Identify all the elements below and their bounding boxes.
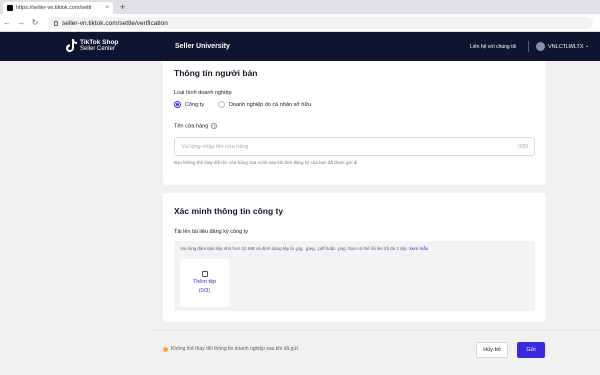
header-divider xyxy=(528,41,529,52)
chevron-down-icon[interactable]: ⌄ xyxy=(585,43,589,49)
submit-button[interactable]: Gửi xyxy=(517,342,545,358)
business-type-radio-group: Công ty Doanh nghiệp do cá nhân sở hữu xyxy=(174,101,311,108)
warning-text: Không thể thay đổi thông tin doanh nghiệ… xyxy=(171,346,300,352)
new-tab-icon[interactable]: + xyxy=(120,2,125,12)
shop-name-field[interactable]: 0/20 xyxy=(174,137,535,156)
radio-button-selected[interactable] xyxy=(174,101,181,108)
character-counter: 0/20 xyxy=(518,143,528,150)
cancel-button[interactable]: Hủy bỏ xyxy=(476,342,508,358)
seller-info-card: Thông tin người bán Loại hình doanh nghi… xyxy=(163,61,546,185)
warning-icon xyxy=(163,346,168,352)
account-name[interactable]: VNLCTLWLTX xyxy=(548,44,584,50)
tiktok-logo-icon xyxy=(66,39,77,52)
shop-name-hint: Bạn không thể thay đổi tên cửa hàng của … xyxy=(174,160,358,165)
radio-option-sole-proprietor[interactable]: Doanh nghiệp do cá nhân sở hữu xyxy=(217,101,312,108)
upload-label: Tải lên tài liệu đăng ký công ty xyxy=(174,229,248,235)
add-file-count: (0/3) xyxy=(198,288,211,294)
add-file-button[interactable]: Thêm tệp (0/3) xyxy=(180,259,229,307)
browser-tab-strip: https://seller-vn.tiktok.com/settl × + xyxy=(0,0,600,14)
radio-button[interactable] xyxy=(217,101,225,108)
tiktok-shop-logo[interactable]: TikTok Shop Seller Center xyxy=(66,39,118,52)
business-type-label: Loại hình doanh nghiệp xyxy=(174,90,232,96)
browser-tab-title: https://seller-vn.tiktok.com/settl xyxy=(16,5,92,11)
url-text: seller-vn.tiktok.com/settle/verification xyxy=(62,19,168,27)
back-icon[interactable]: ← xyxy=(0,18,14,27)
radio-option-label: Doanh nghiệp do cá nhân sở hữu xyxy=(228,101,312,108)
site-header: TikTok Shop Seller Center Seller Univers… xyxy=(0,32,600,61)
tiktok-favicon-icon xyxy=(7,5,13,11)
seller-info-title: Thông tin người bán xyxy=(174,68,258,78)
company-verification-title: Xác minh thông tin công ty xyxy=(174,206,284,216)
shop-name-input[interactable] xyxy=(181,143,519,150)
radio-option-company[interactable]: Công ty xyxy=(174,101,204,108)
close-tab-icon[interactable]: × xyxy=(105,5,109,11)
shop-name-label-row: Tên cửa hàng? xyxy=(174,123,218,130)
logo-line-1: TikTok Shop xyxy=(80,38,119,46)
shop-name-label: Tên cửa hàng xyxy=(174,123,209,130)
add-file-label: Thêm tệp xyxy=(192,279,217,285)
forward-icon[interactable]: → xyxy=(14,18,28,27)
image-upload-icon xyxy=(201,271,208,277)
upload-requirements-note: Vui lòng đảm bảo tệp nhỏ hơn 10 MB và đị… xyxy=(180,246,428,251)
radio-option-label: Công ty xyxy=(185,101,204,108)
reload-icon[interactable]: ↻ xyxy=(28,18,42,27)
help-icon[interactable]: ? xyxy=(211,123,218,129)
upload-area: Vui lòng đảm bảo tệp nhỏ hơn 10 MB và đị… xyxy=(174,241,535,311)
lock-icon xyxy=(54,20,58,26)
address-bar[interactable]: seller-vn.tiktok.com/settle/verification xyxy=(48,17,593,29)
avatar[interactable] xyxy=(536,42,545,51)
seller-university-link[interactable]: Seller University xyxy=(175,43,230,50)
browser-tab[interactable]: https://seller-vn.tiktok.com/settl × xyxy=(3,2,113,14)
logo-wordmark: TikTok Shop Seller Center xyxy=(80,38,119,52)
view-sample-link[interactable]: Xem mẫu xyxy=(409,246,428,251)
company-verification-card: Xác minh thông tin công ty Tải lên tài l… xyxy=(163,193,546,322)
upload-note-text: Vui lòng đảm bảo tệp nhỏ hơn 10 MB và đị… xyxy=(180,246,408,251)
warning-message: Không thể thay đổi thông tin doanh nghiệ… xyxy=(163,346,299,352)
footer-action-bar: Không thể thay đổi thông tin doanh nghiệ… xyxy=(151,331,600,375)
contact-us-link[interactable]: Liên hệ với chúng tôi xyxy=(470,44,516,50)
logo-line-2: Seller Center xyxy=(80,45,116,52)
browser-toolbar: ← → ↻ seller-vn.tiktok.com/settle/verifi… xyxy=(0,14,600,32)
